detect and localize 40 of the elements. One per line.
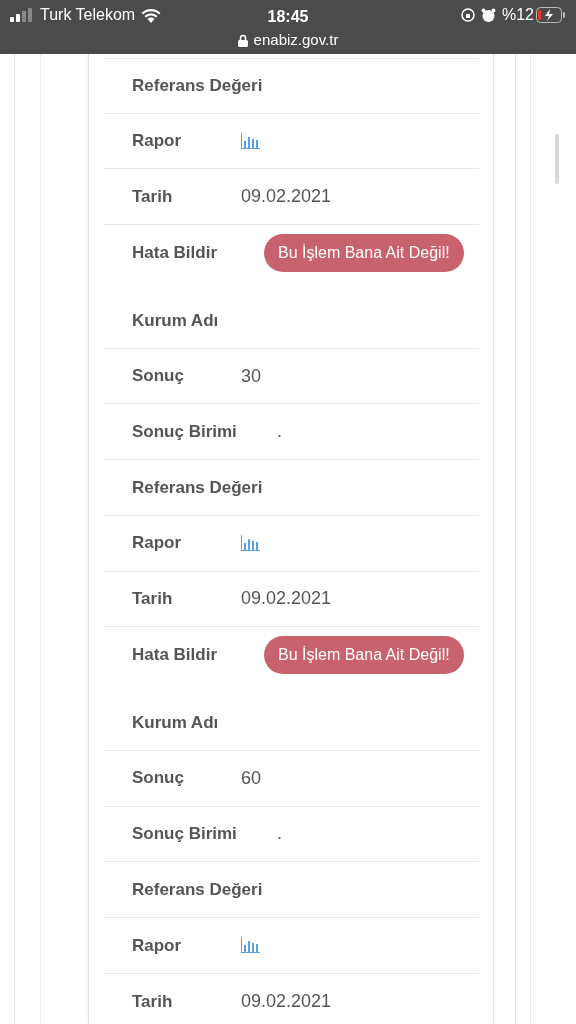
bar-chart-icon[interactable] <box>241 937 260 954</box>
field-label: Tarih <box>132 185 174 208</box>
field-label: Kurum Adı <box>132 309 220 332</box>
field-value: 09.02.2021 <box>241 185 332 209</box>
field-label: Rapor <box>132 130 183 153</box>
battery-percentage: %12 <box>501 5 534 25</box>
field-label: Tarih <box>132 588 174 611</box>
carrier-name: Turk Telekom <box>40 5 136 25</box>
field-label: Referans Değeri <box>132 75 263 98</box>
field-label: Rapor <box>132 934 183 957</box>
rotation-lock-icon <box>460 8 475 22</box>
scrollbar[interactable] <box>555 134 559 184</box>
signal-icon <box>10 8 34 22</box>
field-label: Sonuç Birimi <box>132 421 238 444</box>
address-bar-url[interactable]: enabiz.gov.tr <box>253 28 339 52</box>
clock: 18:45 <box>267 8 309 25</box>
field-label: Rapor <box>132 532 183 555</box>
field-label: Hata Bildir <box>132 242 219 265</box>
report-error-button[interactable]: Bu İşlem Bana Ait Değil! <box>264 234 464 273</box>
field-value: 09.02.2021 <box>241 989 332 1013</box>
field-label: Sonuç <box>132 767 185 790</box>
alarm-icon <box>480 7 496 23</box>
field-label: Sonuç <box>132 365 185 388</box>
bar-chart-icon[interactable] <box>241 133 260 150</box>
field-label: Referans Değeri <box>132 878 263 901</box>
lock-icon <box>237 33 248 47</box>
field-label: Hata Bildir <box>132 644 219 667</box>
report-error-button[interactable]: Bu İşlem Bana Ait Değil! <box>264 636 464 675</box>
field-label: Referans Değeri <box>132 476 263 499</box>
field-value: 09.02.2021 <box>241 587 332 611</box>
field-label: Kurum Adı <box>132 711 220 734</box>
field-value: . <box>277 822 282 846</box>
field-label: Tarih <box>132 990 174 1013</box>
field-label: Sonuç Birimi <box>132 823 238 846</box>
field-value: 30 <box>241 364 262 388</box>
battery-icon <box>536 7 566 23</box>
wifi-icon <box>141 7 162 23</box>
field-value: . <box>277 420 282 444</box>
bar-chart-icon[interactable] <box>241 535 260 552</box>
field-value: 60 <box>241 766 262 790</box>
